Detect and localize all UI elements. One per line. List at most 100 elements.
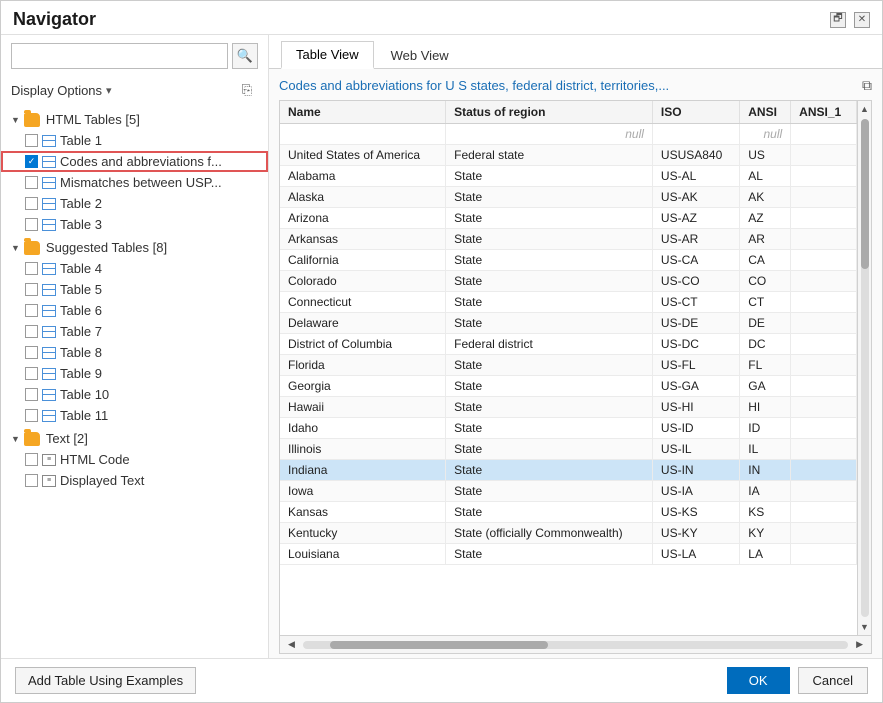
export-icon[interactable]: ⧉ [862,77,872,94]
table-row: Iowa State US-IA IA [280,481,857,502]
list-item[interactable]: ✓ Codes and abbreviations f... [1,151,268,172]
tree-item-label: Table 10 [60,387,109,402]
cell-iso: US-FL [652,355,739,376]
checkbox-table5[interactable] [25,283,38,296]
cell-ansi: DC [740,334,791,355]
chevron-down-icon: ▾ [106,84,112,97]
ok-button[interactable]: OK [727,667,790,694]
list-item[interactable]: Mismatches between USP... [1,172,268,193]
checkbox-table3[interactable] [25,218,38,231]
table-row: California State US-CA CA [280,250,857,271]
scroll-track[interactable] [303,641,848,649]
cancel-button[interactable]: Cancel [798,667,868,694]
tree-item-label: HTML Code [60,452,130,467]
scroll-left-arrow[interactable]: ◀ [284,639,299,650]
cell-ansi: IN [740,460,791,481]
col-header-status: Status of region [446,101,653,124]
close-button[interactable]: ✕ [854,12,870,28]
scroll-down-arrow[interactable]: ▼ [860,619,869,635]
cell-status: null [446,124,653,145]
cell-status: State [446,271,653,292]
checkbox-mismatches[interactable] [25,176,38,189]
cell-ansi1 [791,229,857,250]
cell-status: State [446,355,653,376]
tab-table-view[interactable]: Table View [281,41,374,69]
cell-status: State (officially Commonwealth) [446,523,653,544]
tree-item-label: Table 4 [60,261,102,276]
table-row: Delaware State US-DE DE [280,313,857,334]
scroll-thumb[interactable] [330,641,548,649]
col-header-name: Name [280,101,446,124]
tab-web-view[interactable]: Web View [376,42,464,68]
vertical-scrollbar[interactable]: ▲ ▼ [857,101,871,635]
list-item[interactable]: Table 3 [1,214,268,235]
cell-name: California [280,250,446,271]
list-item[interactable]: Table 8 [1,342,268,363]
scroll-up-arrow[interactable]: ▲ [860,101,869,117]
cell-ansi1 [791,355,857,376]
cell-iso: USUSA840 [652,145,739,166]
table-row: Alabama State US-AL AL [280,166,857,187]
list-item[interactable]: ≡ Displayed Text [1,470,268,491]
checkbox-table4[interactable] [25,262,38,275]
checkbox-table1[interactable] [25,134,38,147]
cell-ansi: FL [740,355,791,376]
cell-iso: US-DE [652,313,739,334]
tree-group-header-suggested[interactable]: ▼ Suggested Tables [8] [1,237,268,258]
tree-area: ▼ HTML Tables [5] Table 1 [1,107,268,658]
tree-group-header-html-tables[interactable]: ▼ HTML Tables [5] [1,109,268,130]
list-item[interactable]: Table 1 [1,130,268,151]
list-item[interactable]: Table 2 [1,193,268,214]
checkbox-table6[interactable] [25,304,38,317]
search-input[interactable] [11,43,228,69]
cell-iso: US-HI [652,397,739,418]
cell-status: Federal district [446,334,653,355]
search-button[interactable]: 🔍 [232,43,258,69]
checkbox-codes[interactable]: ✓ [25,155,38,168]
cell-ansi: AR [740,229,791,250]
checkbox-table2[interactable] [25,197,38,210]
cell-name: Arkansas [280,229,446,250]
checkbox-table10[interactable] [25,388,38,401]
checkbox-table11[interactable] [25,409,38,422]
cell-ansi1 [791,292,857,313]
search-bar: 🔍 [1,35,268,77]
cell-status: State [446,460,653,481]
tree-group-header-text[interactable]: ▼ Text [2] [1,428,268,449]
checkbox-table7[interactable] [25,325,38,338]
checkbox-displayed-text[interactable] [25,474,38,487]
list-item[interactable]: Table 4 [1,258,268,279]
list-item[interactable]: Table 11 [1,405,268,426]
import-icon: ⎘ [242,82,252,98]
list-item[interactable]: ≡ HTML Code [1,449,268,470]
cell-iso [652,124,739,145]
scroll-track[interactable] [861,119,869,617]
cell-name: Arizona [280,208,446,229]
checkbox-table9[interactable] [25,367,38,380]
checkbox-html-code[interactable] [25,453,38,466]
list-item[interactable]: Table 6 [1,300,268,321]
tree-item-label: Table 8 [60,345,102,360]
add-table-button[interactable]: Add Table Using Examples [15,667,196,694]
display-options-button[interactable]: Display Options ▾ [11,83,112,98]
list-item[interactable]: Table 10 [1,384,268,405]
list-item[interactable]: Table 7 [1,321,268,342]
tree-item-label: Table 1 [60,133,102,148]
horizontal-scrollbar[interactable]: ◀ ▶ [280,635,871,653]
checkbox-table8[interactable] [25,346,38,359]
cell-ansi: US [740,145,791,166]
table-icon [42,263,56,275]
cell-name: Georgia [280,376,446,397]
list-item[interactable]: Table 9 [1,363,268,384]
restore-button[interactable]: 🗗 [830,12,846,28]
import-button[interactable]: ⎘ [236,79,258,101]
scroll-thumb[interactable] [861,119,869,268]
ok-label: OK [749,673,768,688]
list-item[interactable]: Table 5 [1,279,268,300]
table-scroll-wrapper[interactable]: Name Status of region ISO ANSI ANSI_1 [280,101,857,635]
cell-status: State [446,208,653,229]
text-icon: ≡ [42,475,56,487]
cell-status: State [446,250,653,271]
scroll-right-arrow[interactable]: ▶ [852,639,867,650]
tree-group-label: Suggested Tables [8] [46,240,167,255]
